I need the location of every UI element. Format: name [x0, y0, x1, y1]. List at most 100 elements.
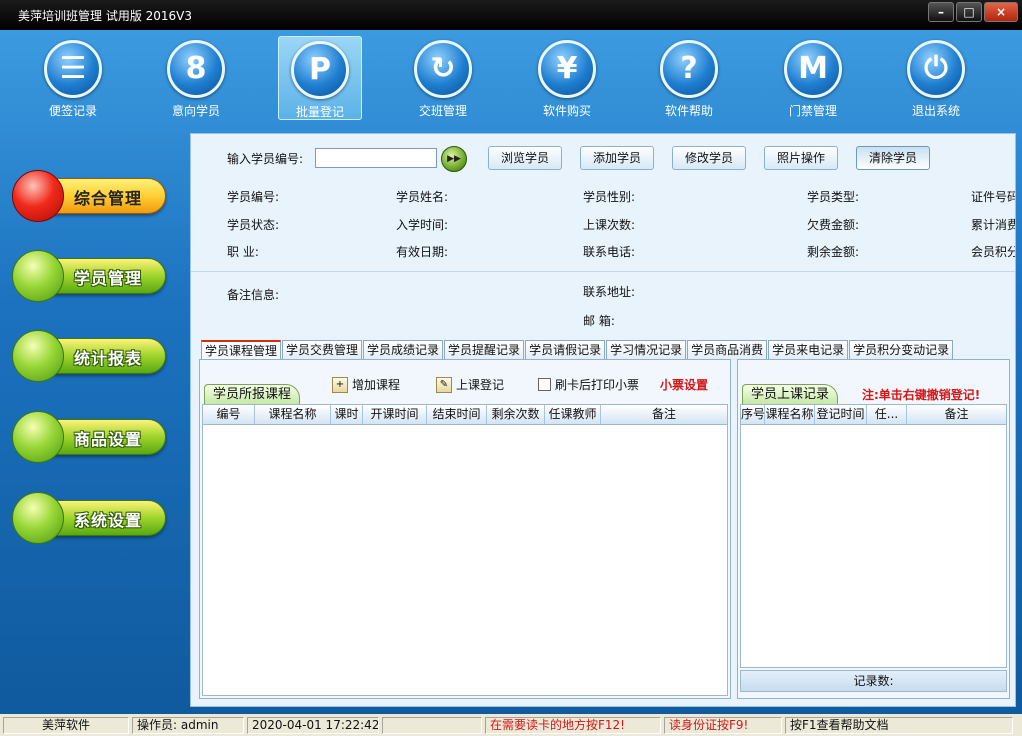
subtab-attendance-records[interactable]: 学员上课记录 [742, 384, 839, 404]
add-course-button[interactable]: + 增加课程 [332, 376, 400, 393]
help-icon: ? [660, 40, 718, 98]
gender-label: 学员性别: [583, 190, 636, 204]
toolbar-label: 交班管理 [418, 104, 467, 118]
student-info: 学员编号: 学员姓名: 学员性别: 学员类型: 证件号码 学员状态: 入学时间:… [191, 182, 1015, 272]
maximize-button[interactable]: □ [956, 2, 982, 22]
search-label: 输入学员编号: [227, 152, 304, 166]
clear-student-button[interactable]: 清除学员 [856, 146, 931, 170]
col-header[interactable]: 任课教师 [545, 405, 601, 424]
col-header[interactable]: 剩余次数 [487, 405, 545, 424]
remark-label: 备注信息: [227, 288, 280, 302]
red-ball-icon [12, 170, 64, 222]
toolbar-purchase-button[interactable]: ¥ 软件购买 [525, 36, 609, 120]
sidemenu-students-button[interactable]: 学员管理 [12, 246, 170, 302]
tab-points[interactable]: 学员积分变动记录 [849, 340, 954, 360]
col-header[interactable]: 课程名称 [255, 405, 331, 424]
toolbar-label: 意向学员 [171, 104, 220, 118]
yen-icon: ¥ [538, 40, 596, 98]
status-blank [382, 716, 482, 734]
sidemenu-label: 综合管理 [74, 189, 143, 208]
course-grid-header: 编号 课程名称 课时 开课时间 结束时间 剩余次数 任课教师 备注 [203, 405, 727, 425]
notepad-icon: ☰ [44, 40, 102, 98]
toolbar-label: 退出系统 [911, 104, 960, 118]
sidemenu-products-button[interactable]: 商品设置 [12, 407, 170, 463]
col-header[interactable]: 课时 [331, 405, 363, 424]
attendance-grid[interactable]: 序号 课程名称 登记时间 任... 备注 [740, 404, 1007, 668]
status-hint-f1: 按F1查看帮助文档 [785, 716, 1013, 734]
col-header[interactable]: 备注 [907, 405, 1006, 424]
go-icon[interactable]: ▶▶ [441, 146, 467, 172]
p-icon: P [291, 41, 349, 99]
toolbar-label: 软件购买 [542, 104, 591, 118]
balance-label: 剩余金额: [807, 245, 860, 259]
right-click-hint: 注:单击右键撤销登记! [862, 388, 981, 402]
toolbar-help-button[interactable]: ? 软件帮助 [647, 36, 731, 120]
power-icon: ⏻ [907, 40, 965, 98]
col-header[interactable]: 序号 [741, 405, 765, 424]
minimize-button[interactable]: – [928, 2, 954, 22]
toolbar-prospects-button[interactable]: 8 意向学员 [154, 36, 238, 120]
student-number-input[interactable] [315, 148, 437, 168]
add-student-button[interactable]: 添加学员 [580, 146, 655, 170]
postcode-label: 邮 箱: [583, 314, 615, 328]
status-hint-f12: 在需要读卡的地方按F12! [485, 716, 661, 734]
tab-product-consumption[interactable]: 学员商品消费 [687, 340, 768, 360]
checkin-button[interactable]: ✎ 上课登记 [436, 376, 504, 393]
green-ball-icon [12, 411, 64, 463]
tab-reminders[interactable]: 学员提醒记录 [444, 340, 525, 360]
browse-students-button[interactable]: 浏览学员 [488, 146, 563, 170]
person-icon: 8 [167, 40, 225, 98]
col-header[interactable]: 开课时间 [363, 405, 427, 424]
col-header[interactable]: 登记时间 [815, 405, 867, 424]
sidemenu-label: 系统设置 [74, 511, 143, 530]
col-header[interactable]: 备注 [601, 405, 727, 424]
window-controls: – □ × [928, 2, 1018, 22]
toolbar-notes-button[interactable]: ☰ 便签记录 [31, 36, 115, 120]
status-company: 美萍软件 [3, 716, 129, 734]
toolbar-label: 门禁管理 [788, 104, 837, 118]
student-extra-info: 备注信息: 联系地址: 邮 箱: [191, 274, 1015, 334]
window-title: 美萍培训班管理 试用版 2016V3 [18, 9, 193, 23]
sidemenu-settings-button[interactable]: 系统设置 [12, 488, 170, 544]
sidemenu-label: 统计报表 [74, 349, 143, 368]
toolbar-batch-register-button[interactable]: P 批量登记 [278, 36, 362, 120]
id-no-label: 证件号码 [971, 190, 1016, 204]
checkbox-box [538, 378, 551, 391]
receipt-setting-link[interactable]: 小票设置 [660, 376, 708, 393]
sidemenu-reports-button[interactable]: 统计报表 [12, 326, 170, 382]
col-header[interactable]: 课程名称 [765, 405, 815, 424]
record-count: 记录数: [740, 670, 1007, 692]
pencil-icon: ✎ [436, 376, 452, 393]
points-label: 会员积分 [971, 245, 1016, 259]
col-header[interactable]: 结束时间 [427, 405, 487, 424]
tab-calls[interactable]: 学员来电记录 [768, 340, 849, 360]
green-ball-icon [12, 250, 64, 302]
photo-button[interactable]: 照片操作 [764, 146, 839, 170]
address-label: 联系地址: [583, 285, 636, 299]
record-tabs: 学员课程管理 学员交费管理 学员成绩记录 学员提醒记录 学员请假记录 学习情况记… [201, 340, 954, 360]
toolbar-exit-button[interactable]: ⏻ 退出系统 [894, 36, 978, 120]
student-no-label: 学员编号: [227, 190, 280, 204]
tab-course-management[interactable]: 学员课程管理 [201, 340, 282, 360]
col-header[interactable]: 编号 [203, 405, 255, 424]
edit-student-button[interactable]: 修改学员 [672, 146, 747, 170]
tab-payments[interactable]: 学员交费管理 [282, 340, 363, 360]
course-pane: 学员所报课程 + 增加课程 ✎ 上课登记 刷卡后打印小票 小票设置 编号 课程名… [199, 359, 731, 699]
sidemenu-general-button[interactable]: 综合管理 [12, 166, 170, 222]
sidemenu-label: 商品设置 [74, 430, 143, 449]
tab-learning[interactable]: 学习情况记录 [606, 340, 687, 360]
toolbar-label: 批量登记 [295, 105, 344, 119]
col-header[interactable]: 任... [867, 405, 907, 424]
tab-grades[interactable]: 学员成绩记录 [363, 340, 444, 360]
toolbar-access-button[interactable]: M 门禁管理 [771, 36, 855, 120]
print-after-swipe-checkbox[interactable]: 刷卡后打印小票 [538, 376, 639, 393]
subtab-enrolled-courses[interactable]: 学员所报课程 [204, 384, 301, 404]
close-button[interactable]: × [984, 2, 1018, 22]
title-bar: 美萍培训班管理 试用版 2016V3 – □ × [0, 0, 1022, 30]
toolbar-shift-button[interactable]: ↻ 交班管理 [401, 36, 485, 120]
attendance-grid-header: 序号 课程名称 登记时间 任... 备注 [741, 405, 1006, 425]
tab-leave[interactable]: 学员请假记录 [525, 340, 606, 360]
course-grid[interactable]: 编号 课程名称 课时 开课时间 结束时间 剩余次数 任课教师 备注 [202, 404, 728, 696]
m-icon: M [784, 40, 842, 98]
content-panel: 输入学员编号: ▶▶ 浏览学员 添加学员 修改学员 照片操作 清除学员 学员编号… [190, 133, 1016, 707]
